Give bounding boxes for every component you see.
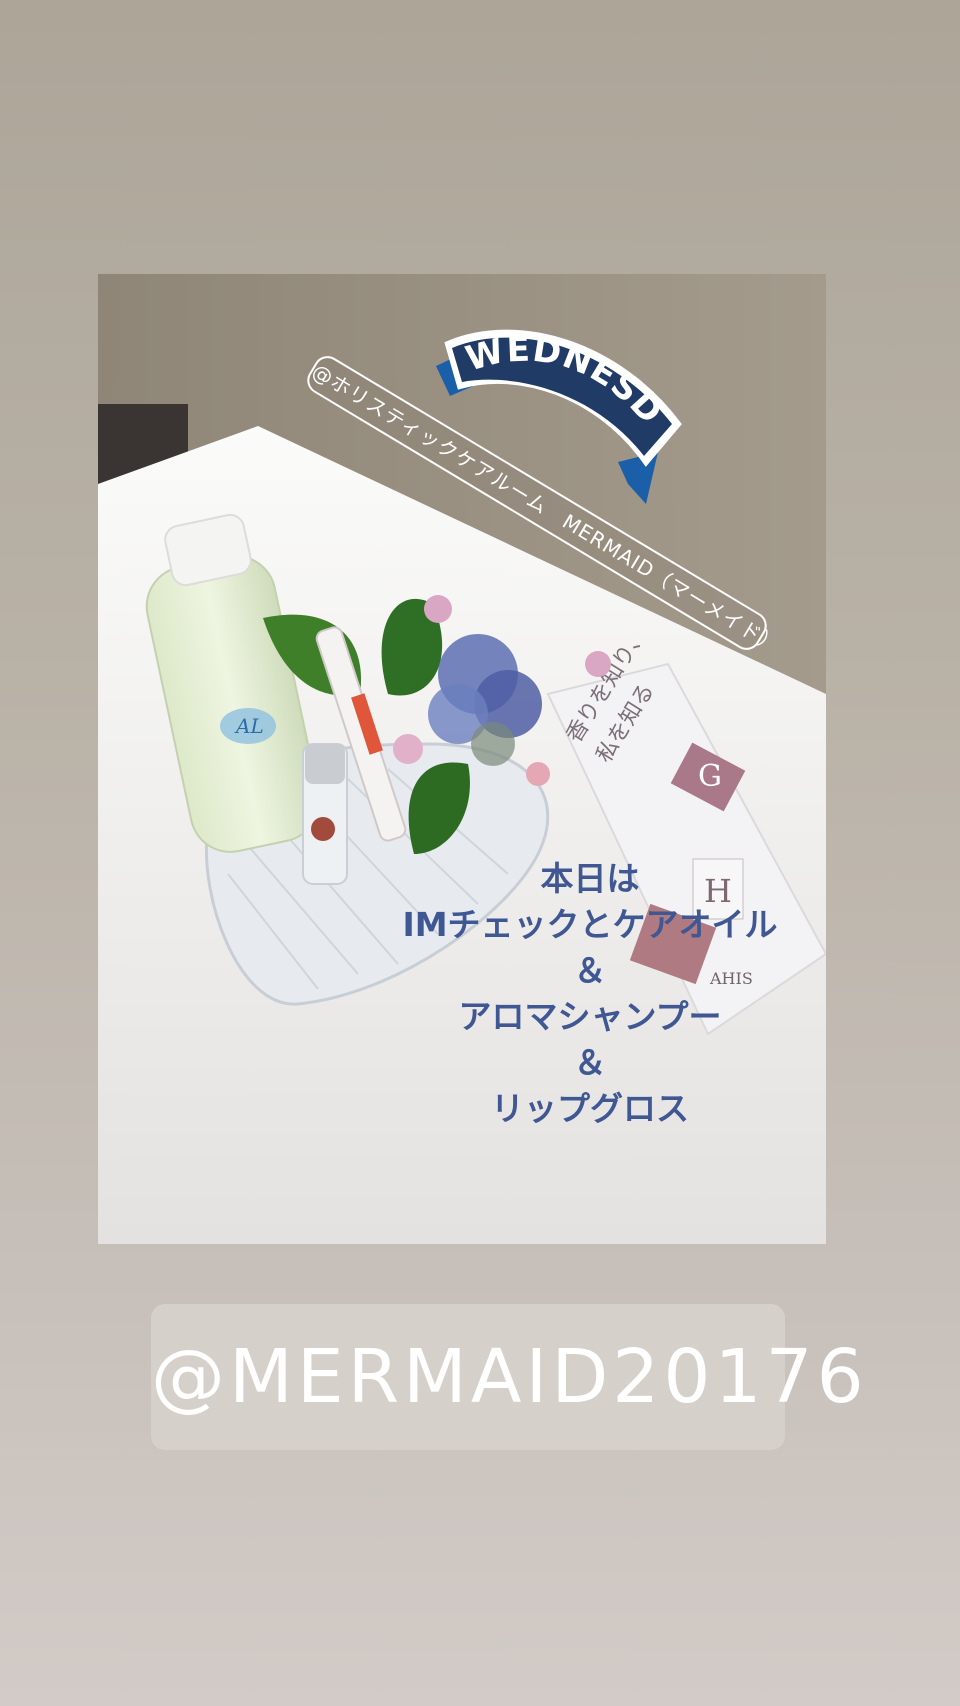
caption-text: 本日は IMチェックとケアオイル ＆ アロマシャンプー ＆ リップグロス bbox=[330, 856, 850, 1132]
caption-line: リップグロス bbox=[491, 1089, 689, 1128]
bottle-logo-text: AL bbox=[234, 714, 264, 738]
caption-line: IMチェックとケアオイル bbox=[402, 905, 778, 944]
handle-text: @MERMAID20176 bbox=[151, 1334, 868, 1420]
handle-sticker[interactable]: @MERMAID20176 bbox=[151, 1304, 868, 1450]
caption-line: ＆ bbox=[573, 951, 607, 990]
leaflet-letter-g: G bbox=[698, 759, 722, 794]
roller-cap bbox=[305, 744, 345, 784]
caption-line: 本日は bbox=[540, 859, 640, 898]
caption-line: ＆ bbox=[573, 1043, 607, 1082]
roller-botanical bbox=[311, 817, 335, 841]
caption-line: アロマシャンプー bbox=[458, 997, 722, 1036]
